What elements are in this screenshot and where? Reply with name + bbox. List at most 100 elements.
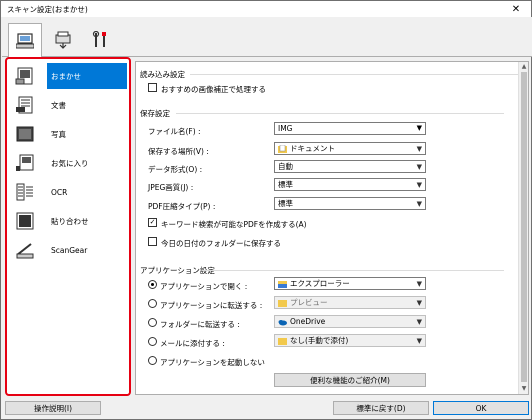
photo-icon <box>13 123 37 145</box>
send-to-folder-value: OneDrive <box>290 317 326 326</box>
jpeg-quality-value: 標準 <box>278 180 293 189</box>
favorite-icon <box>13 152 37 174</box>
open-with-app-radio[interactable] <box>148 280 157 289</box>
send-to-folder-radio[interactable] <box>148 318 157 327</box>
sidebar-item-label: 貼り合わせ <box>51 216 89 226</box>
keyword-pdf-label: キーワード検索が可能なPDFを作成する(A) <box>161 220 307 229</box>
chevron-down-icon: ▼ <box>416 145 422 153</box>
data-format-select[interactable]: 自動 ▼ <box>274 160 426 173</box>
chevron-down-icon: ▼ <box>416 280 422 288</box>
scroll-down-icon[interactable]: ▼ <box>520 385 528 393</box>
file-name-field[interactable]: IMG ▼ <box>274 122 426 135</box>
chevron-down-icon: ▼ <box>416 299 422 307</box>
useful-features-button[interactable]: 便利な機能のご紹介(M) <box>274 373 426 387</box>
sidebar-item-label: 写真 <box>51 129 66 139</box>
tab-bar <box>2 17 532 58</box>
sidebar-item-auto[interactable]: おまかせ <box>13 63 127 89</box>
send-to-app-select[interactable]: プレビュー ▼ <box>274 296 426 309</box>
send-to-app-value: プレビュー <box>290 298 328 307</box>
open-with-app-select[interactable]: エクスプローラー ▼ <box>274 277 426 290</box>
sidebar-item-stitch[interactable]: 貼り合わせ <box>13 208 127 234</box>
close-icon[interactable]: ✕ <box>505 2 527 16</box>
attach-email-value: なし(手動で添付) <box>290 336 349 345</box>
chevron-down-icon: ▼ <box>416 181 422 189</box>
chevron-down-icon: ▼ <box>416 163 422 171</box>
file-name-label: ファイル名(F) : <box>148 127 201 136</box>
tools-icon <box>92 31 106 47</box>
sidebar-item-label: 文書 <box>51 100 66 110</box>
scangear-icon <box>13 239 37 261</box>
attach-email-radio[interactable] <box>148 337 157 346</box>
tab-scan-from-operation-panel[interactable] <box>46 23 80 57</box>
pdf-compression-value: 標準 <box>278 199 293 208</box>
divider <box>202 270 504 271</box>
ok-button[interactable]: OK <box>433 401 529 415</box>
scan-options-title: 読み込み設定 <box>140 70 185 79</box>
window-title: スキャン設定(おまかせ) <box>7 4 88 14</box>
jpeg-quality-select[interactable]: 標準 ▼ <box>274 178 426 191</box>
today-folder-label: 今日の日付のフォルダーに保存する <box>161 239 281 248</box>
chevron-down-icon: ▼ <box>416 200 422 208</box>
tab-general-settings[interactable] <box>84 23 118 57</box>
attach-email-select[interactable]: なし(手動で添付) ▼ <box>274 334 426 347</box>
save-in-select[interactable]: ドキュメント ▼ <box>274 142 426 155</box>
save-in-label: 保存する場所(V) : <box>148 147 209 156</box>
sidebar-item-document[interactable]: 文書 <box>13 92 127 118</box>
open-with-app-label: アプリケーションで開く : <box>160 282 248 291</box>
vertical-scrollbar[interactable]: ▲ ▼ <box>518 62 528 394</box>
sidebar-item-photo[interactable]: 写真 <box>13 121 127 147</box>
title-bar: スキャン設定(おまかせ) ✕ <box>1 1 531 17</box>
recommended-correction-label: おすすめの画像補正で処理する <box>161 85 266 94</box>
sidebar-item-favorite[interactable]: お気に入り <box>13 150 127 176</box>
document-icon <box>13 94 37 116</box>
send-to-folder-select[interactable]: OneDrive ▼ <box>274 315 426 328</box>
documents-folder-icon <box>278 144 287 153</box>
chevron-down-icon: ▼ <box>416 318 422 326</box>
send-to-app-label: アプリケーションに転送する : <box>160 301 263 310</box>
keyword-pdf-checkbox[interactable]: ✓ <box>148 218 157 227</box>
auto-scan-icon <box>13 65 37 87</box>
explorer-icon <box>278 280 287 288</box>
divider <box>190 74 518 75</box>
no-app-radio[interactable] <box>148 356 157 365</box>
sidebar-item-label: お気に入り <box>51 158 89 168</box>
computer-icon <box>16 32 34 48</box>
sidebar-item-label: ScanGear <box>51 245 88 255</box>
instructions-button[interactable]: 操作説明(I) <box>5 401 101 415</box>
tab-scan-from-computer[interactable] <box>8 23 42 58</box>
stitch-icon <box>13 210 37 232</box>
data-format-label: データ形式(O) : <box>148 165 203 174</box>
no-app-label: アプリケーションを起動しない <box>160 358 265 367</box>
pdf-compression-select[interactable]: 標準 ▼ <box>274 197 426 210</box>
chevron-down-icon: ▼ <box>416 337 422 345</box>
recommended-correction-checkbox[interactable] <box>148 83 157 92</box>
today-folder-checkbox[interactable] <box>148 237 157 246</box>
scan-type-sidebar: おまかせ 文書 写真 お気に入り OCR 貼り合わせ ScanGear <box>5 57 131 396</box>
sidebar-item-label: おまかせ <box>47 63 127 89</box>
restore-defaults-button[interactable]: 標準に戻す(D) <box>333 401 429 415</box>
settings-panel: 読み込み設定 おすすめの画像補正で処理する 保存設定 ファイル名(F) : IM… <box>135 61 529 395</box>
scroll-up-icon[interactable]: ▲ <box>520 63 528 71</box>
folder-icon <box>278 299 287 307</box>
divider <box>176 113 504 114</box>
send-to-folder-label: フォルダーに転送する : <box>160 320 240 329</box>
save-settings-title: 保存設定 <box>140 109 170 118</box>
sidebar-item-label: OCR <box>51 187 68 197</box>
sidebar-item-ocr[interactable]: OCR <box>13 179 127 205</box>
pdf-compression-label: PDF圧縮タイプ(P) : <box>148 202 216 211</box>
onedrive-icon <box>278 318 287 326</box>
chevron-down-icon[interactable]: ▼ <box>417 124 422 132</box>
scanner-panel-icon <box>55 31 71 49</box>
ocr-icon <box>13 181 37 203</box>
folder-icon <box>278 337 287 345</box>
save-in-value: ドキュメント <box>290 144 335 153</box>
open-with-app-value: エクスプローラー <box>290 279 350 288</box>
file-name-value: IMG <box>278 124 293 133</box>
scan-settings-window: スキャン設定(おまかせ) ✕ おまかせ 文書 写真 お気に入り OCR 貼り合わ… <box>0 0 532 420</box>
jpeg-quality-label: JPEG画質(J) : <box>148 183 194 192</box>
sidebar-item-scangear[interactable]: ScanGear <box>13 237 127 263</box>
scroll-thumb[interactable] <box>521 72 527 382</box>
attach-email-label: メールに添付する : <box>160 339 225 348</box>
send-to-app-radio[interactable] <box>148 299 157 308</box>
data-format-value: 自動 <box>278 162 293 171</box>
